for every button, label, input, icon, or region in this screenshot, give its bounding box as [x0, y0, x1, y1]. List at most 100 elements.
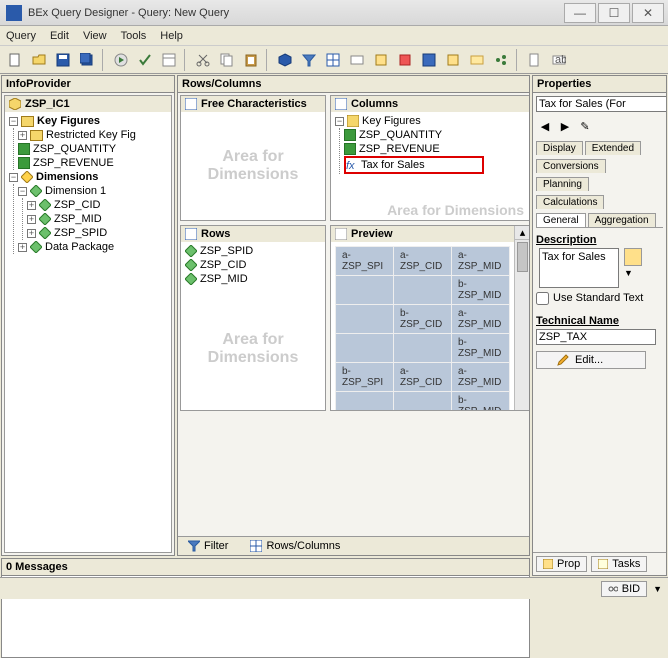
open-icon[interactable] [28, 49, 50, 71]
watermark-text: Area for Dimensions [387, 202, 524, 218]
menu-edit[interactable]: Edit [50, 30, 69, 42]
tree-key-figures[interactable]: − Key Figures [9, 114, 167, 128]
menu-query[interactable]: Query [6, 30, 36, 42]
tree-char-spid[interactable]: + ZSP_SPID [27, 226, 167, 240]
tab-calculations[interactable]: Calculations [536, 195, 604, 209]
main-toolbar: ab [0, 46, 668, 74]
columns-area[interactable]: Columns − Key Figures ZSP_QUANTITY [330, 95, 530, 221]
collapse-icon[interactable]: − [9, 173, 18, 182]
tasks-icon [598, 559, 608, 569]
folder-icon [21, 116, 34, 127]
tab-rows-columns[interactable]: Rows/Columns [244, 539, 346, 553]
cols-revenue[interactable]: ZSP_REVENUE [344, 142, 526, 156]
collapse-icon[interactable]: − [9, 117, 18, 126]
rows-mid[interactable]: ZSP_MID [185, 272, 321, 286]
conditions-icon[interactable] [370, 49, 392, 71]
variable-icon[interactable] [624, 248, 642, 266]
free-characteristics-area[interactable]: Free Characteristics Area for Dimensions [180, 95, 326, 221]
expand-icon[interactable]: + [18, 243, 27, 252]
tree-char-cid[interactable]: + ZSP_CID [27, 198, 167, 212]
description-label: Description [536, 234, 663, 246]
where-used-icon[interactable] [490, 49, 512, 71]
tree-char-mid[interactable]: + ZSP_MID [27, 212, 167, 226]
close-button[interactable]: ✕ [632, 3, 664, 23]
tab-conversions[interactable]: Conversions [536, 159, 606, 173]
window-buttons: — ☐ ✕ [564, 3, 668, 23]
cols-tax-for-sales[interactable]: fx Tax for Sales [344, 156, 484, 174]
props-icon[interactable] [158, 49, 180, 71]
expand-icon[interactable]: + [18, 131, 27, 140]
paste-icon[interactable] [240, 49, 262, 71]
selection-dropdown[interactable]: ▼ [536, 96, 663, 112]
tab-tasks[interactable]: Tasks [591, 556, 647, 572]
technical-name-field[interactable] [536, 329, 656, 345]
menu-view[interactable]: View [83, 30, 107, 42]
cut-icon[interactable] [192, 49, 214, 71]
preview-cell: b-ZSP_SPI [336, 363, 394, 392]
cube-icon[interactable] [274, 49, 296, 71]
maximize-button[interactable]: ☐ [598, 3, 630, 23]
filter-icon [188, 540, 200, 552]
menu-tools[interactable]: Tools [121, 30, 147, 42]
properties-icon[interactable] [418, 49, 440, 71]
save-icon[interactable] [52, 49, 74, 71]
bid-button[interactable]: BID [601, 581, 647, 597]
use-standard-text-checkbox[interactable]: Use Standard Text [536, 292, 663, 305]
tree-kf-quantity[interactable]: ZSP_QUANTITY [18, 142, 167, 156]
forward-icon[interactable]: ▶ [556, 117, 574, 135]
expand-icon[interactable]: + [27, 215, 36, 224]
pencil-icon[interactable]: ✎ [576, 117, 594, 135]
formula-icon: fx [346, 160, 358, 170]
new-icon[interactable] [4, 49, 26, 71]
tree-data-package[interactable]: + Data Package [18, 240, 167, 254]
back-icon[interactable]: ◀ [536, 117, 554, 135]
menu-help[interactable]: Help [160, 30, 183, 42]
cells-icon[interactable] [346, 49, 368, 71]
description-field[interactable]: Tax for Sales [539, 248, 619, 288]
minimize-button[interactable]: — [564, 3, 596, 23]
filter-icon[interactable] [298, 49, 320, 71]
tab-prop[interactable]: Prop [536, 556, 587, 572]
tree-kf-revenue[interactable]: ZSP_REVENUE [18, 156, 167, 170]
rows-area[interactable]: Rows ZSP_SPID ZSP_CID ZSP_MID [180, 225, 326, 411]
tab-extended[interactable]: Extended [585, 141, 641, 155]
vertical-scrollbar[interactable]: ▴ [514, 226, 530, 410]
expand-icon[interactable]: + [27, 229, 36, 238]
rows-spid[interactable]: ZSP_SPID [185, 244, 321, 258]
execute-icon[interactable] [110, 49, 132, 71]
rows-cid[interactable]: ZSP_CID [185, 258, 321, 272]
characteristic-icon [39, 213, 51, 225]
tab-display[interactable]: Display [536, 141, 583, 155]
collapse-icon[interactable]: − [18, 187, 27, 196]
check-icon[interactable] [134, 49, 156, 71]
save-all-icon[interactable] [76, 49, 98, 71]
keyfigure-icon [344, 143, 356, 155]
edit-button[interactable]: Edit... [536, 351, 646, 369]
selection-value[interactable] [536, 96, 667, 112]
tasks-icon[interactable] [442, 49, 464, 71]
collapse-icon[interactable]: − [335, 117, 344, 126]
infoprovider-root[interactable]: ZSP_IC1 [5, 96, 171, 112]
tab-planning[interactable]: Planning [536, 177, 589, 191]
tab-filter[interactable]: Filter [182, 539, 234, 553]
tree-dimensions[interactable]: − Dimensions [9, 170, 167, 184]
tech-names-icon[interactable]: ab [548, 49, 570, 71]
pencil-icon [557, 354, 569, 366]
cols-key-figures[interactable]: − Key Figures [335, 114, 526, 128]
rows-cols-icon[interactable] [322, 49, 344, 71]
tree-dimension1[interactable]: − Dimension 1 [18, 184, 167, 198]
copy-icon[interactable] [216, 49, 238, 71]
tab-general[interactable]: General [536, 213, 586, 227]
keyfigure-icon [344, 129, 356, 141]
documents-icon[interactable] [524, 49, 546, 71]
preview-cell: b-ZSP_MID [452, 276, 510, 305]
checkbox[interactable] [536, 292, 549, 305]
preview-cell: b-ZSP_CID [394, 305, 452, 334]
cols-quantity[interactable]: ZSP_QUANTITY [344, 128, 526, 142]
keyfigure-icon [18, 143, 30, 155]
tab-aggregation[interactable]: Aggregation [588, 213, 656, 227]
expand-icon[interactable]: + [27, 201, 36, 210]
tree-restricted-kf[interactable]: + Restricted Key Fig [18, 128, 167, 142]
messages-icon[interactable] [466, 49, 488, 71]
exceptions-icon[interactable] [394, 49, 416, 71]
